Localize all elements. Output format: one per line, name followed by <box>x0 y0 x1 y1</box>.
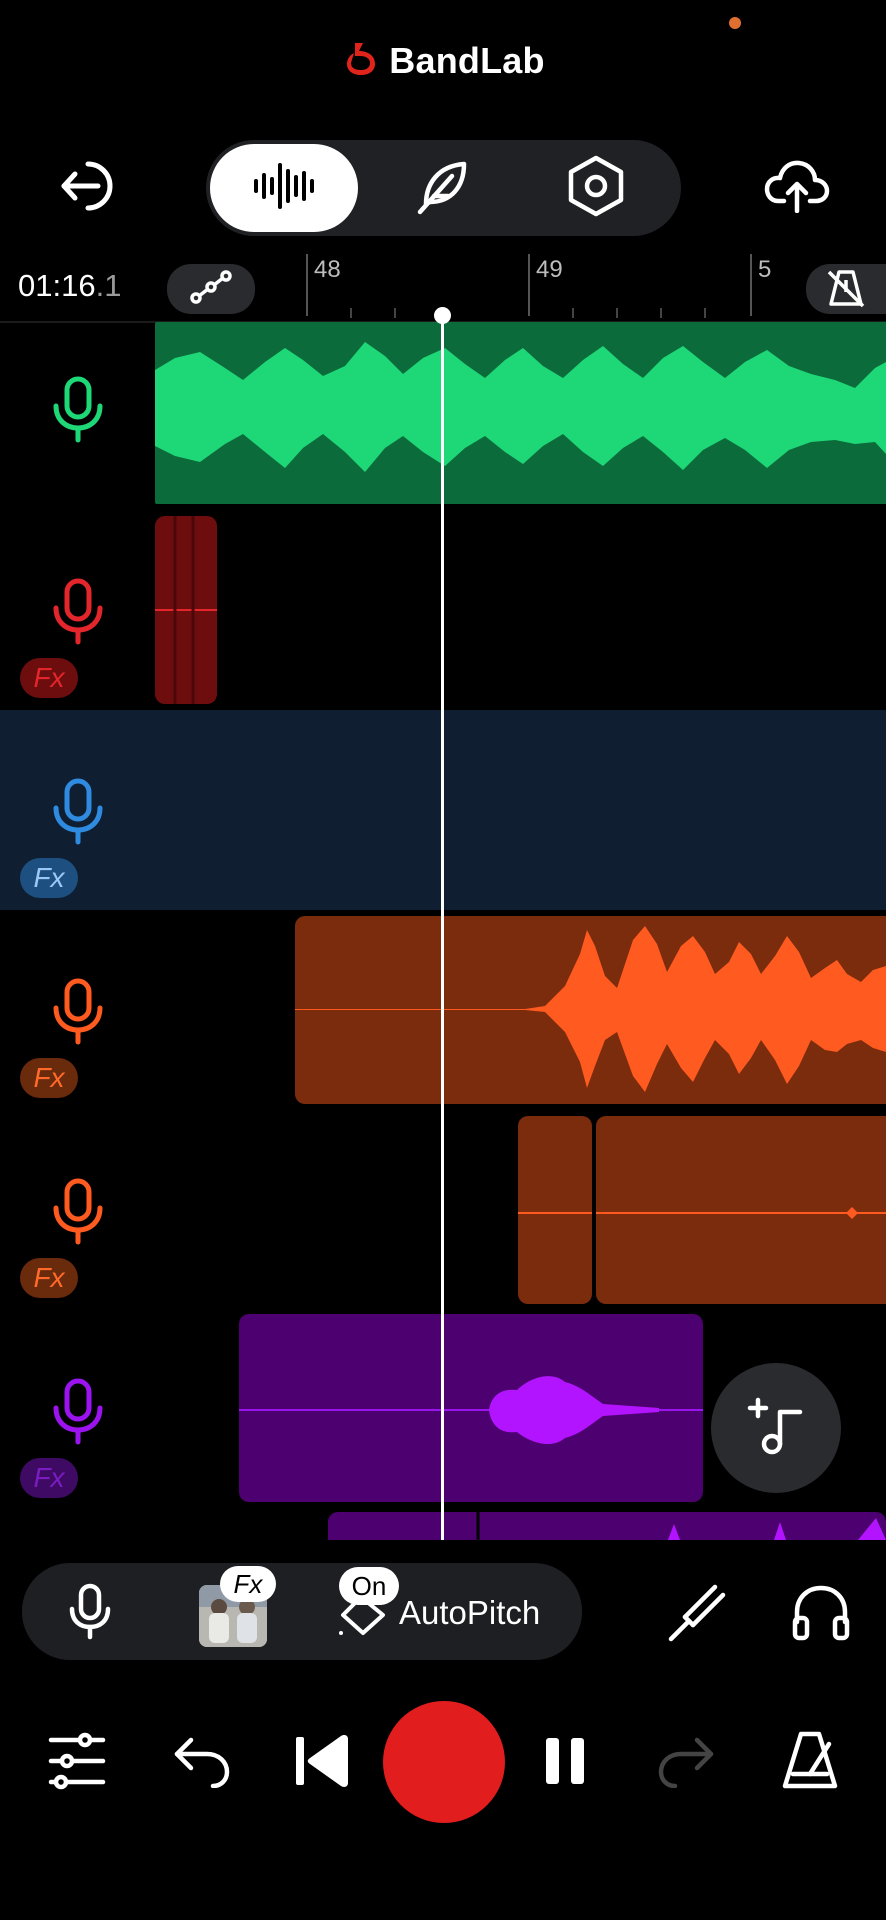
app-brand: BandLab <box>0 36 886 86</box>
audio-clip[interactable] <box>596 1116 886 1304</box>
fx-badge[interactable]: Fx <box>20 1058 78 1098</box>
add-track-button[interactable] <box>711 1363 841 1493</box>
ruler-tick <box>616 308 618 318</box>
add-music-note-icon <box>744 1394 808 1463</box>
autopitch-label[interactable]: AutoPitch <box>399 1594 540 1632</box>
ruler-label: 48 <box>314 256 341 283</box>
fx-badge[interactable]: Fx <box>20 1258 78 1298</box>
undo-icon <box>171 1734 231 1793</box>
microphone-icon[interactable] <box>50 578 106 651</box>
skip-to-start-icon <box>294 1733 352 1794</box>
skip-to-start-button[interactable] <box>292 1733 354 1793</box>
microphone-icon <box>68 1583 112 1646</box>
ruler-tick <box>704 308 706 318</box>
pause-button[interactable] <box>540 1733 590 1793</box>
metronome-icon <box>781 1730 839 1795</box>
timeline-ruler[interactable]: 48 49 5 <box>300 250 886 322</box>
fx-badge: Fx <box>220 1566 276 1602</box>
audio-clip[interactable] <box>518 1116 592 1304</box>
audio-clip[interactable] <box>155 322 886 504</box>
ruler-bar <box>528 254 530 316</box>
time-fraction: .1 <box>95 268 122 303</box>
ruler-label: 5 <box>758 256 772 283</box>
fx-badge[interactable]: Fx <box>20 1458 78 1498</box>
feather-icon <box>414 156 474 221</box>
ruler-tick <box>660 308 662 318</box>
automation-button[interactable] <box>167 264 255 314</box>
hexagon-settings-icon <box>566 154 626 223</box>
brand-name: BandLab <box>389 40 545 81</box>
record-button[interactable] <box>383 1701 505 1823</box>
undo-button[interactable] <box>170 1733 232 1793</box>
fx-badge[interactable]: Fx <box>20 858 78 898</box>
tuning-fork-icon <box>667 1581 729 1648</box>
time-readout: 01:16.1 <box>18 268 121 304</box>
redo-icon <box>657 1734 717 1793</box>
input-mic-button[interactable] <box>62 1583 118 1646</box>
bandlab-logo-icon <box>341 39 381 84</box>
ruler-bar <box>306 254 308 316</box>
pause-icon <box>544 1736 586 1791</box>
metronome-off-icon <box>825 266 867 313</box>
mode-tab-lyrics[interactable] <box>374 140 514 236</box>
audio-clip[interactable] <box>155 516 217 704</box>
audio-clip[interactable] <box>295 916 886 1104</box>
microphone-icon[interactable] <box>50 1178 106 1251</box>
exit-button[interactable] <box>52 160 126 216</box>
ruler-tick <box>572 308 574 318</box>
headphones-icon <box>791 1582 851 1647</box>
autopitch-status-badge: On <box>339 1567 399 1605</box>
tuner-button[interactable] <box>664 1580 732 1648</box>
monitoring-button[interactable] <box>788 1580 854 1648</box>
microphone-icon[interactable] <box>50 978 106 1051</box>
ruler-tick <box>394 308 396 318</box>
mode-switcher <box>206 140 681 236</box>
mode-tab-settings[interactable] <box>526 140 666 236</box>
ruler-tick <box>350 308 352 318</box>
audio-clip[interactable] <box>239 1314 703 1502</box>
microphone-icon[interactable] <box>50 778 106 851</box>
ruler-label: 49 <box>536 256 563 283</box>
microphone-icon[interactable] <box>50 376 106 449</box>
cloud-upload-icon <box>764 157 830 218</box>
ruler-bar <box>750 254 752 316</box>
mixer-button[interactable] <box>46 1732 108 1795</box>
automation-icon <box>189 269 233 310</box>
sliders-icon <box>47 1732 107 1795</box>
fx-badge[interactable]: Fx <box>20 658 78 698</box>
waveform-icon <box>252 161 316 216</box>
playhead-handle[interactable] <box>434 307 451 324</box>
notification-dot <box>729 17 741 29</box>
metronome-button[interactable] <box>778 1730 842 1794</box>
metronome-toggle[interactable] <box>806 264 886 314</box>
exit-icon <box>58 158 120 219</box>
upload-button[interactable] <box>762 152 832 222</box>
microphone-icon[interactable] <box>50 1378 106 1451</box>
mode-tab-tracks[interactable] <box>210 144 358 232</box>
audio-clip[interactable] <box>328 1512 886 1540</box>
playhead[interactable] <box>441 316 444 1540</box>
redo-button[interactable] <box>656 1733 718 1793</box>
time-main: 01:16 <box>18 268 96 303</box>
